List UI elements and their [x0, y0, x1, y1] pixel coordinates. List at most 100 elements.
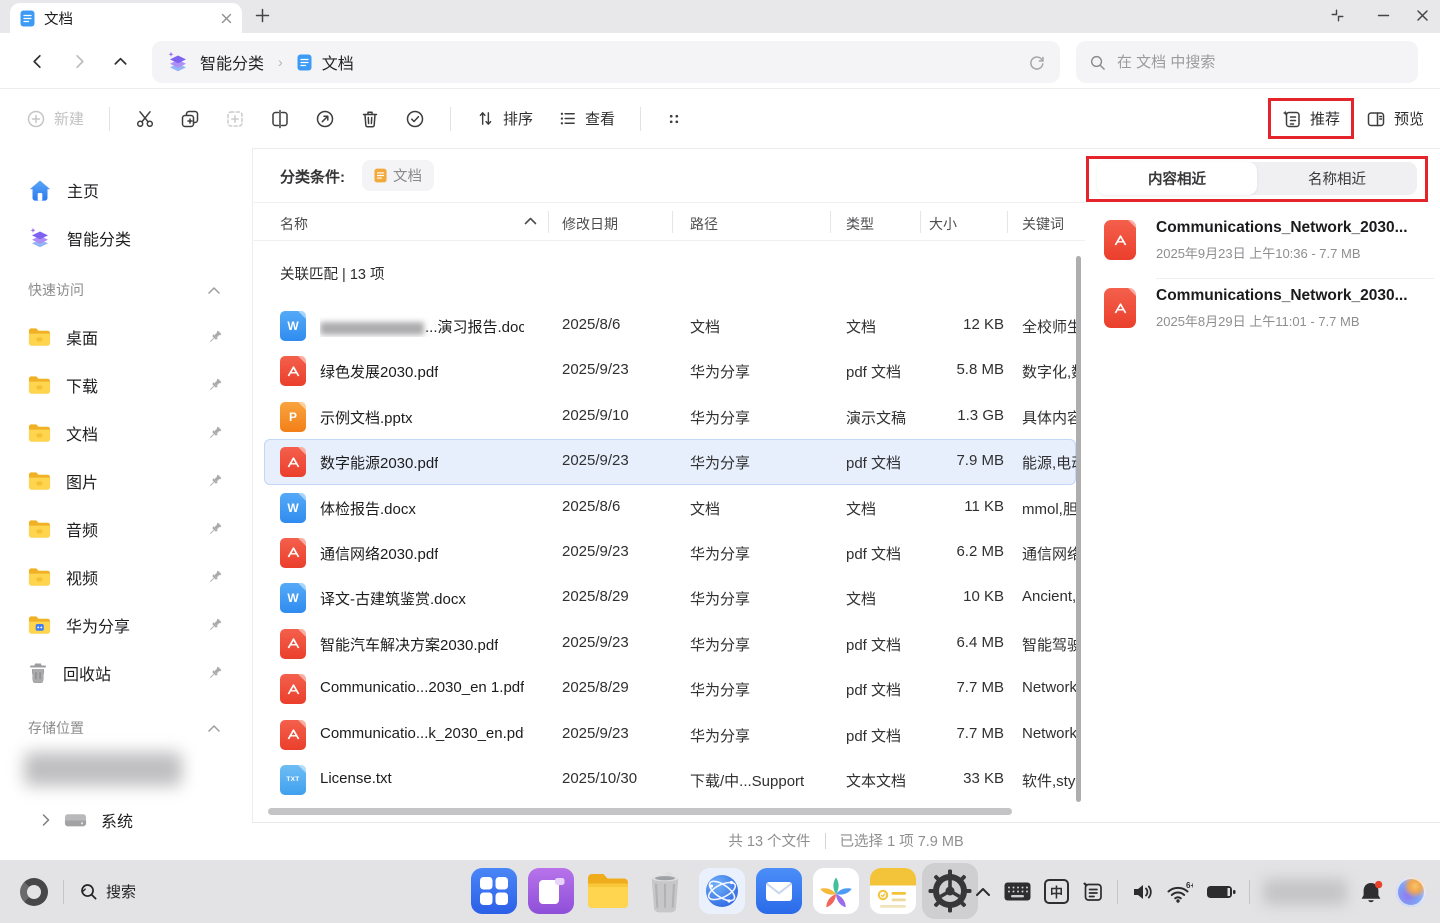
- sidebar-item-home[interactable]: 主页: [0, 168, 252, 212]
- battery-icon[interactable]: [1206, 884, 1236, 900]
- file-path: 华为分享: [690, 407, 750, 428]
- dock-app-gallery[interactable]: [813, 868, 859, 914]
- dock-app-multitask[interactable]: [528, 868, 574, 914]
- breadcrumb-current[interactable]: 文档: [322, 50, 354, 74]
- copy-icon[interactable]: [180, 109, 200, 129]
- cut-icon[interactable]: [135, 109, 155, 129]
- new-button[interactable]: 新建: [26, 108, 84, 129]
- sidebar-item-音频[interactable]: 音频: [0, 505, 252, 553]
- pin-icon[interactable]: [208, 570, 222, 584]
- divider: [830, 211, 831, 233]
- column-header-2[interactable]: 修改日期: [562, 214, 618, 234]
- sidebar-item-桌面[interactable]: 桌面: [0, 313, 252, 361]
- up-button[interactable]: [112, 53, 129, 70]
- table-row[interactable]: 数字能源2030.pdf2025/9/23华为分享pdf 文档7.9 MB能源,…: [264, 439, 1076, 484]
- dock-app-trash[interactable]: [642, 868, 688, 914]
- notification-bell-icon[interactable]: [1360, 880, 1383, 904]
- column-header-1[interactable]: 名称: [280, 214, 308, 234]
- dock-app-mail[interactable]: [756, 868, 802, 914]
- pin-icon[interactable]: [208, 618, 222, 632]
- preview-button[interactable]: 预览: [1366, 108, 1424, 129]
- window-minimize-button[interactable]: [1377, 9, 1390, 22]
- dock-app-launcher[interactable]: [471, 868, 517, 914]
- storage-item-redacted[interactable]: [24, 752, 182, 786]
- pin-icon[interactable]: [208, 666, 222, 680]
- share-icon[interactable]: [315, 109, 335, 129]
- more-grid-icon[interactable]: [666, 111, 682, 127]
- sidebar-item-华为分享[interactable]: 华为分享: [0, 601, 252, 649]
- table-row[interactable]: W体检报告.docx2025/8/6文档文档11 KBmmol,胆: [264, 485, 1076, 530]
- pin-icon[interactable]: [208, 474, 222, 488]
- paste-icon[interactable]: [225, 109, 245, 129]
- new-tab-button[interactable]: [255, 8, 270, 23]
- table-row[interactable]: 智能汽车解决方案2030.pdf2025/9/23华为分享pdf 文档6.4 M…: [264, 621, 1076, 666]
- view-button[interactable]: 查看: [558, 108, 615, 129]
- dock-app-browser[interactable]: [699, 868, 745, 914]
- vertical-scrollbar[interactable]: [1076, 256, 1081, 802]
- sidebar-item-回收站[interactable]: 回收站: [0, 649, 252, 697]
- taskbar-search-button[interactable]: 搜索: [79, 881, 136, 902]
- collapse-icon[interactable]: [208, 725, 220, 732]
- clock-redacted[interactable]: [1263, 879, 1347, 905]
- dock-app-notes[interactable]: [870, 868, 916, 914]
- refresh-icon[interactable]: [1027, 53, 1046, 72]
- disk-icon: [64, 811, 87, 829]
- column-header-5[interactable]: 大小: [929, 214, 957, 234]
- table-row[interactable]: Communicatio...2030_en 1.pdf2025/8/29华为分…: [264, 666, 1076, 711]
- expand-icon[interactable]: [42, 814, 50, 826]
- sidebar-item-system[interactable]: 系统: [0, 798, 252, 842]
- pin-icon[interactable]: [208, 522, 222, 536]
- tab-名称相近[interactable]: 名称相近: [1257, 162, 1417, 195]
- clipboard-icon[interactable]: [1082, 881, 1104, 903]
- collapse-icon[interactable]: [208, 287, 220, 294]
- search-box[interactable]: [1076, 41, 1418, 83]
- input-method-icon[interactable]: 中: [1044, 879, 1069, 904]
- table-row[interactable]: W...演习报告.docx2025/8/6文档文档12 KB全校师生: [264, 303, 1076, 348]
- recommend-button[interactable]: 推荐: [1268, 98, 1354, 139]
- search-input[interactable]: [1115, 53, 1405, 72]
- dock-app-files[interactable]: [585, 868, 631, 914]
- sidebar-item-图片[interactable]: 图片: [0, 457, 252, 505]
- recommend-item[interactable]: Communications_Network_2030...2025年8月29日…: [1100, 278, 1434, 346]
- dock-app-settings[interactable]: [927, 868, 973, 914]
- pin-icon[interactable]: [208, 330, 222, 344]
- sidebar-item-smart-category[interactable]: 智能分类: [0, 216, 252, 260]
- horizontal-scrollbar[interactable]: [268, 808, 1012, 815]
- pin-icon[interactable]: [208, 426, 222, 440]
- filter-chip[interactable]: 文档: [362, 160, 434, 191]
- rename-icon[interactable]: [270, 109, 290, 129]
- tab-close-icon[interactable]: [221, 13, 232, 24]
- column-header-6[interactable]: 关键词: [1022, 214, 1064, 234]
- keyboard-icon[interactable]: [1004, 882, 1031, 901]
- sort-icon: [476, 109, 495, 128]
- table-row[interactable]: 绿色发展2030.pdf2025/9/23华为分享pdf 文档5.8 MB数字化…: [264, 348, 1076, 393]
- window-restore-button[interactable]: [1331, 9, 1344, 22]
- table-row[interactable]: 通信网络2030.pdf2025/9/23华为分享pdf 文档6.2 MB通信网…: [264, 530, 1076, 575]
- system-logo-ring[interactable]: [20, 878, 48, 906]
- tab-内容相近[interactable]: 内容相近: [1097, 162, 1257, 195]
- tray-expand-icon[interactable]: [975, 887, 991, 897]
- table-row[interactable]: Communicatio...k_2030_en.pdf2025/9/23华为分…: [264, 712, 1076, 757]
- back-button[interactable]: [29, 53, 46, 70]
- sidebar-item-文档[interactable]: 文档: [0, 409, 252, 457]
- volume-icon[interactable]: [1131, 882, 1153, 902]
- table-row[interactable]: W译文-古建筑鉴赏.docx2025/8/29华为分享文档10 KBAncien…: [264, 575, 1076, 620]
- sidebar-item-视频[interactable]: 视频: [0, 553, 252, 601]
- pin-icon[interactable]: [208, 378, 222, 392]
- assistant-orb-icon[interactable]: [1396, 877, 1426, 907]
- sort-button[interactable]: 排序: [476, 108, 533, 129]
- sidebar-item-下载[interactable]: 下载: [0, 361, 252, 409]
- wifi-icon[interactable]: 6+: [1166, 881, 1193, 903]
- column-header-4[interactable]: 类型: [846, 214, 874, 234]
- select-icon[interactable]: [405, 109, 425, 129]
- tab-documents[interactable]: 文档: [10, 3, 242, 33]
- table-row[interactable]: P示例文档.pptx2025/9/10华为分享演示文稿1.3 GB具体内容: [264, 394, 1076, 439]
- recommend-item[interactable]: Communications_Network_2030...2025年9月23日…: [1100, 210, 1434, 278]
- breadcrumb-root[interactable]: 智能分类: [200, 50, 264, 74]
- delete-icon[interactable]: [360, 109, 380, 129]
- column-header-3[interactable]: 路径: [690, 214, 718, 234]
- sort-ascending-icon[interactable]: [524, 217, 537, 225]
- table-row[interactable]: TXTLicense.txt2025/10/30下载/中...Support文本…: [264, 757, 1076, 802]
- window-close-button[interactable]: [1416, 9, 1429, 22]
- forward-button[interactable]: [71, 53, 88, 70]
